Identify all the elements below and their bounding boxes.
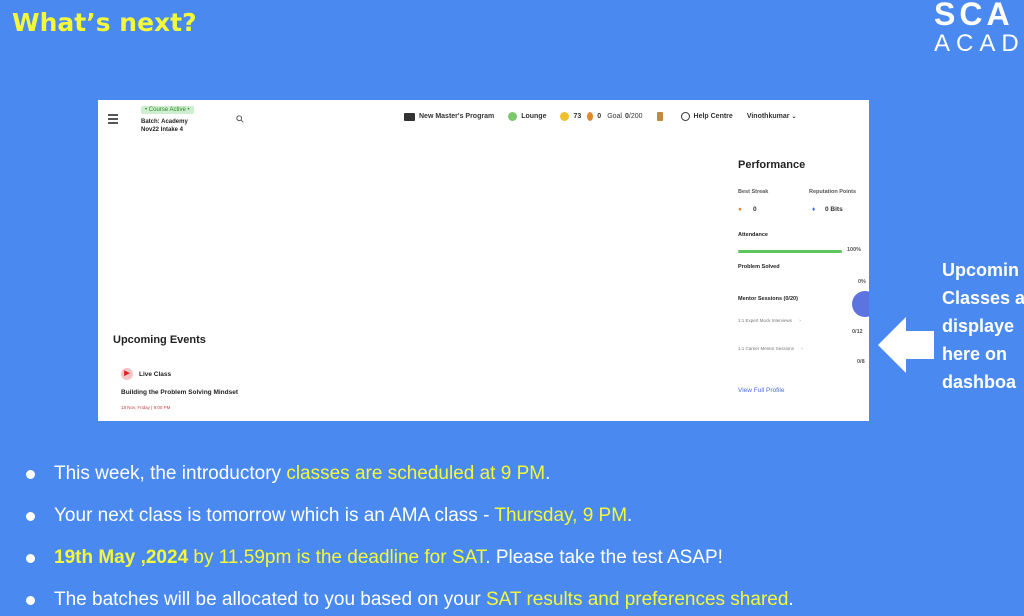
best-streak-value: 0 bbox=[753, 206, 757, 213]
bullet-item: Your next class is tomorrow which is an … bbox=[26, 501, 794, 543]
bullet-item: This week, the introductory classes are … bbox=[26, 459, 794, 501]
leaderboard-icon bbox=[656, 112, 663, 121]
nav-lounge-label: Lounge bbox=[521, 113, 547, 120]
arrow-left-icon bbox=[878, 317, 934, 373]
bullet-text: . bbox=[627, 505, 633, 526]
reputation-label: Reputation Points bbox=[809, 189, 857, 195]
live-class-icon: ▶ bbox=[121, 368, 133, 380]
reputation-value: 0 Bits bbox=[825, 206, 843, 213]
mentor-item-label: 1:1 Expert Mock Interviews bbox=[738, 318, 793, 323]
side-note: Upcomin Classes a displaye here on dashb… bbox=[942, 256, 1024, 396]
search-icon[interactable] bbox=[236, 115, 244, 123]
bullet-highlight: classes are scheduled at 9 PM bbox=[286, 463, 546, 484]
bullet-highlight-bold: 19th May ,2024 bbox=[54, 547, 189, 568]
help-centre-link[interactable]: Help Centre bbox=[680, 112, 733, 121]
attendance-label: Attendance bbox=[738, 232, 768, 238]
graduation-cap-icon bbox=[404, 112, 415, 121]
streak-counter[interactable]: 0 bbox=[587, 112, 601, 121]
chevron-down-icon: ⌄ bbox=[791, 114, 797, 120]
brand-line-1: SCA bbox=[934, 0, 1014, 32]
coin-icon bbox=[560, 112, 570, 121]
chevron-right-icon: › bbox=[801, 346, 803, 351]
nav-lounge[interactable]: Lounge bbox=[508, 112, 546, 121]
bullet-item: The batches will be allocated to you bas… bbox=[26, 585, 794, 616]
side-note-line: Classes a bbox=[942, 288, 1024, 308]
view-full-profile-link[interactable]: View Full Profile bbox=[738, 387, 784, 394]
headset-icon bbox=[680, 112, 690, 121]
attendance-progress-fill bbox=[738, 250, 842, 253]
leaderboard-button[interactable] bbox=[656, 112, 667, 121]
attendance-progress-bar bbox=[738, 250, 842, 253]
problem-solved-label: Problem Solved bbox=[738, 264, 780, 270]
bullet-list: This week, the introductory classes are … bbox=[26, 459, 794, 616]
flame-icon: ● bbox=[738, 206, 742, 213]
bullet-text: . bbox=[788, 589, 794, 610]
bullet-text: This week, the introductory bbox=[54, 463, 287, 484]
streak-value: 0 bbox=[597, 113, 602, 120]
bullet-text: . Please take the test ASAP! bbox=[485, 547, 723, 568]
user-name: Vinothkumar bbox=[746, 113, 790, 120]
top-navigation: New Master's Program Lounge 73 0 Goal 0 … bbox=[404, 112, 869, 121]
batch-info: Batch: Academy Nov22 Intake 4 bbox=[141, 118, 188, 134]
chat-button[interactable] bbox=[852, 291, 869, 317]
dashboard-screenshot: • Course Active • Batch: Academy Nov22 I… bbox=[98, 100, 869, 421]
event-type: Live Class bbox=[139, 371, 172, 378]
best-streak-label: Best Streak bbox=[738, 189, 769, 195]
brand-logo: SCA ACAD bbox=[934, 0, 1024, 56]
course-status-badge: • Course Active • bbox=[141, 106, 194, 114]
mentor-item-count: 0/12 bbox=[852, 329, 863, 335]
attendance-value: 100% bbox=[847, 247, 862, 253]
mentor-item-count: 0/8 bbox=[857, 359, 865, 365]
bullet-text: The batches will be allocated to you bas… bbox=[54, 589, 486, 610]
batch-name: Batch: Academy bbox=[141, 119, 188, 125]
bullet-item: 19th May ,2024 by 11.59pm is the deadlin… bbox=[26, 543, 794, 585]
mentor-item-career-sessions[interactable]: 1:1 Career Mentor Sessions › bbox=[738, 346, 803, 351]
goal-progress[interactable]: Goal 0 /200 bbox=[607, 113, 642, 120]
bullet-text: . bbox=[545, 463, 551, 484]
nav-program-label: New Master's Program bbox=[419, 113, 495, 120]
bullet-highlight: by 11.59pm is the deadline for SAT bbox=[188, 547, 486, 568]
chevron-right-icon: › bbox=[799, 318, 801, 323]
drop-icon: ♦ bbox=[812, 206, 816, 213]
coins-counter[interactable]: 73 bbox=[560, 112, 581, 121]
bullet-text: Your next class is tomorrow which is an … bbox=[54, 505, 495, 526]
problem-solved-value: 0% bbox=[858, 279, 866, 285]
bullet-highlight: SAT results and preferences shared bbox=[486, 589, 789, 610]
goal-total: /200 bbox=[628, 113, 643, 120]
side-note-line: here on bbox=[942, 344, 1008, 364]
coins-value: 73 bbox=[573, 113, 582, 120]
help-centre-label: Help Centre bbox=[693, 113, 733, 120]
slide-title: What’s next? bbox=[12, 8, 197, 37]
mentor-item-label: 1:1 Career Mentor Sessions bbox=[738, 346, 795, 351]
goal-label: Goal bbox=[607, 113, 622, 120]
nav-masters-program[interactable]: New Master's Program bbox=[404, 112, 495, 121]
side-note-line: Upcomin bbox=[942, 260, 1020, 280]
mentor-sessions-label: Mentor Sessions (0/20) bbox=[738, 296, 798, 302]
bullet-highlight: Thursday, 9 PM bbox=[494, 505, 628, 526]
mentor-item-mock-interviews[interactable]: 1:1 Expert Mock Interviews › bbox=[738, 318, 801, 323]
menu-icon[interactable] bbox=[108, 114, 118, 126]
user-menu[interactable]: Vinothkumar ⌄ bbox=[747, 113, 797, 120]
brand-line-2: ACAD bbox=[934, 30, 1024, 56]
performance-title: Performance bbox=[738, 159, 806, 171]
upcoming-events-title: Upcoming Events bbox=[113, 334, 206, 346]
batch-intake: Nov22 Intake 4 bbox=[141, 127, 184, 133]
event-date: 18 Nov, Friday | 9:00 PM bbox=[121, 405, 171, 410]
flame-icon bbox=[587, 112, 594, 121]
event-name[interactable]: Building the Problem Solving Mindset bbox=[121, 389, 238, 396]
lounge-icon bbox=[508, 112, 518, 121]
side-note-line: displaye bbox=[942, 316, 1015, 336]
side-note-line: dashboa bbox=[942, 372, 1017, 392]
